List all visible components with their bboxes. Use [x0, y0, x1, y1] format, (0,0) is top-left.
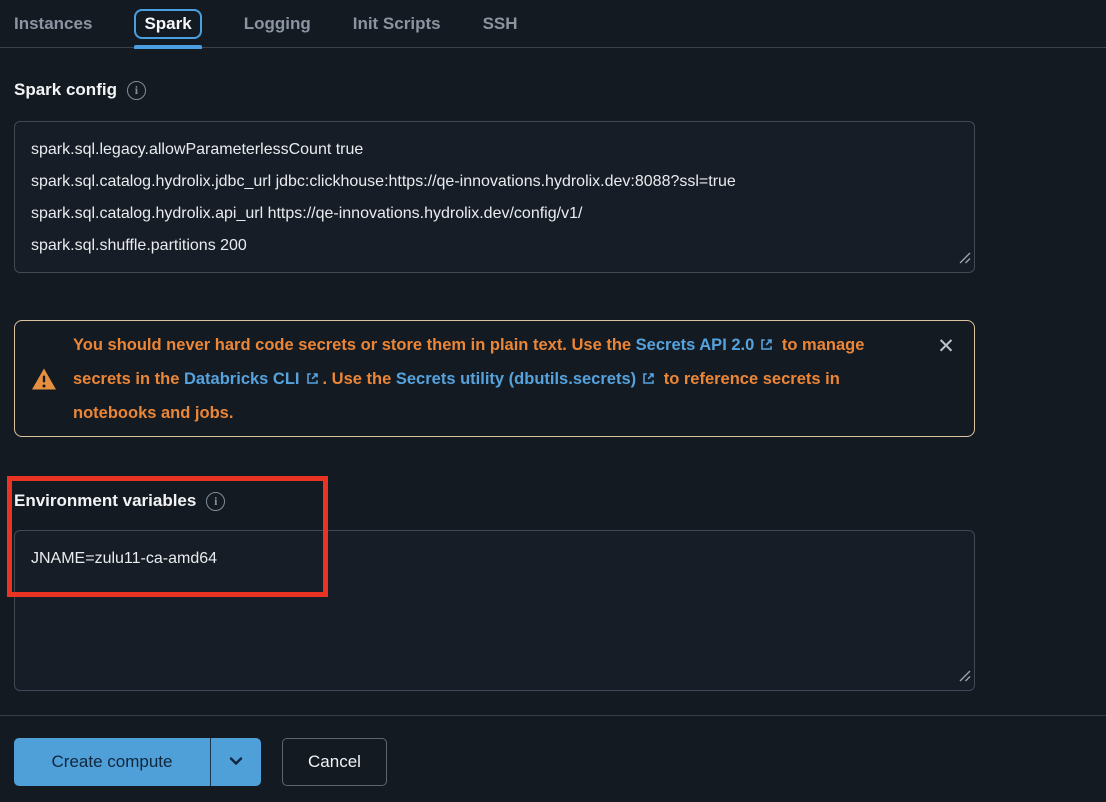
env-vars-input[interactable]: JNAME=zulu11-ca-amd64	[14, 530, 975, 691]
secrets-utility-link[interactable]: Secrets utility (dbutils.secrets)	[396, 370, 659, 388]
tab-ssh[interactable]: SSH	[483, 0, 518, 48]
spark-config-field-wrap: spark.sql.legacy.allowParameterlessCount…	[14, 121, 975, 273]
compute-config-page: Instances Spark Logging Init Scripts SSH…	[0, 0, 1106, 802]
env-vars-label: Environment variables	[14, 491, 196, 511]
env-vars-field-wrap: JNAME=zulu11-ca-amd64	[14, 530, 975, 691]
info-icon[interactable]: i	[127, 81, 146, 100]
active-tab-indicator	[134, 45, 201, 49]
chevron-down-icon	[228, 755, 244, 770]
spark-config-label: Spark config	[14, 80, 117, 100]
info-icon[interactable]: i	[206, 492, 225, 511]
close-icon: ✕	[937, 335, 955, 358]
warning-message: You should never hard code secrets or st…	[73, 329, 974, 429]
warning-icon	[31, 367, 57, 391]
tab-logging[interactable]: Logging	[244, 0, 311, 48]
tab-logging-label: Logging	[244, 14, 311, 34]
create-compute-dropdown-button[interactable]	[210, 738, 261, 786]
databricks-cli-link[interactable]: Databricks CLI	[184, 370, 323, 388]
create-compute-split-button: Create compute	[14, 738, 261, 786]
tab-ssh-label: SSH	[483, 14, 518, 34]
tab-spark[interactable]: Spark	[134, 0, 201, 48]
create-compute-button[interactable]: Create compute	[14, 738, 210, 786]
spark-config-input[interactable]: spark.sql.legacy.allowParameterlessCount…	[14, 121, 975, 273]
external-link-icon	[641, 365, 656, 397]
tab-instances-label: Instances	[14, 14, 92, 34]
secrets-api-link[interactable]: Secrets API 2.0	[636, 336, 778, 354]
spark-config-header: Spark config i	[14, 80, 146, 100]
tab-spark-focus-ring: Spark	[134, 9, 201, 39]
tab-bar: Instances Spark Logging Init Scripts SSH	[0, 0, 1106, 48]
secrets-warning-banner: You should never hard code secrets or st…	[14, 320, 975, 437]
env-vars-header: Environment variables i	[14, 491, 225, 511]
tab-instances[interactable]: Instances	[14, 0, 92, 48]
external-link-icon	[305, 365, 320, 397]
footer-divider	[0, 715, 1106, 716]
tab-init-scripts-label: Init Scripts	[353, 14, 441, 34]
warning-text-3: . Use the	[323, 370, 396, 388]
warning-text-1: You should never hard code secrets or st…	[73, 336, 636, 354]
banner-close-button[interactable]: ✕	[932, 333, 960, 361]
tab-spark-label: Spark	[144, 14, 191, 34]
cancel-button[interactable]: Cancel	[282, 738, 387, 786]
tab-init-scripts[interactable]: Init Scripts	[353, 0, 441, 48]
external-link-icon	[759, 331, 774, 363]
